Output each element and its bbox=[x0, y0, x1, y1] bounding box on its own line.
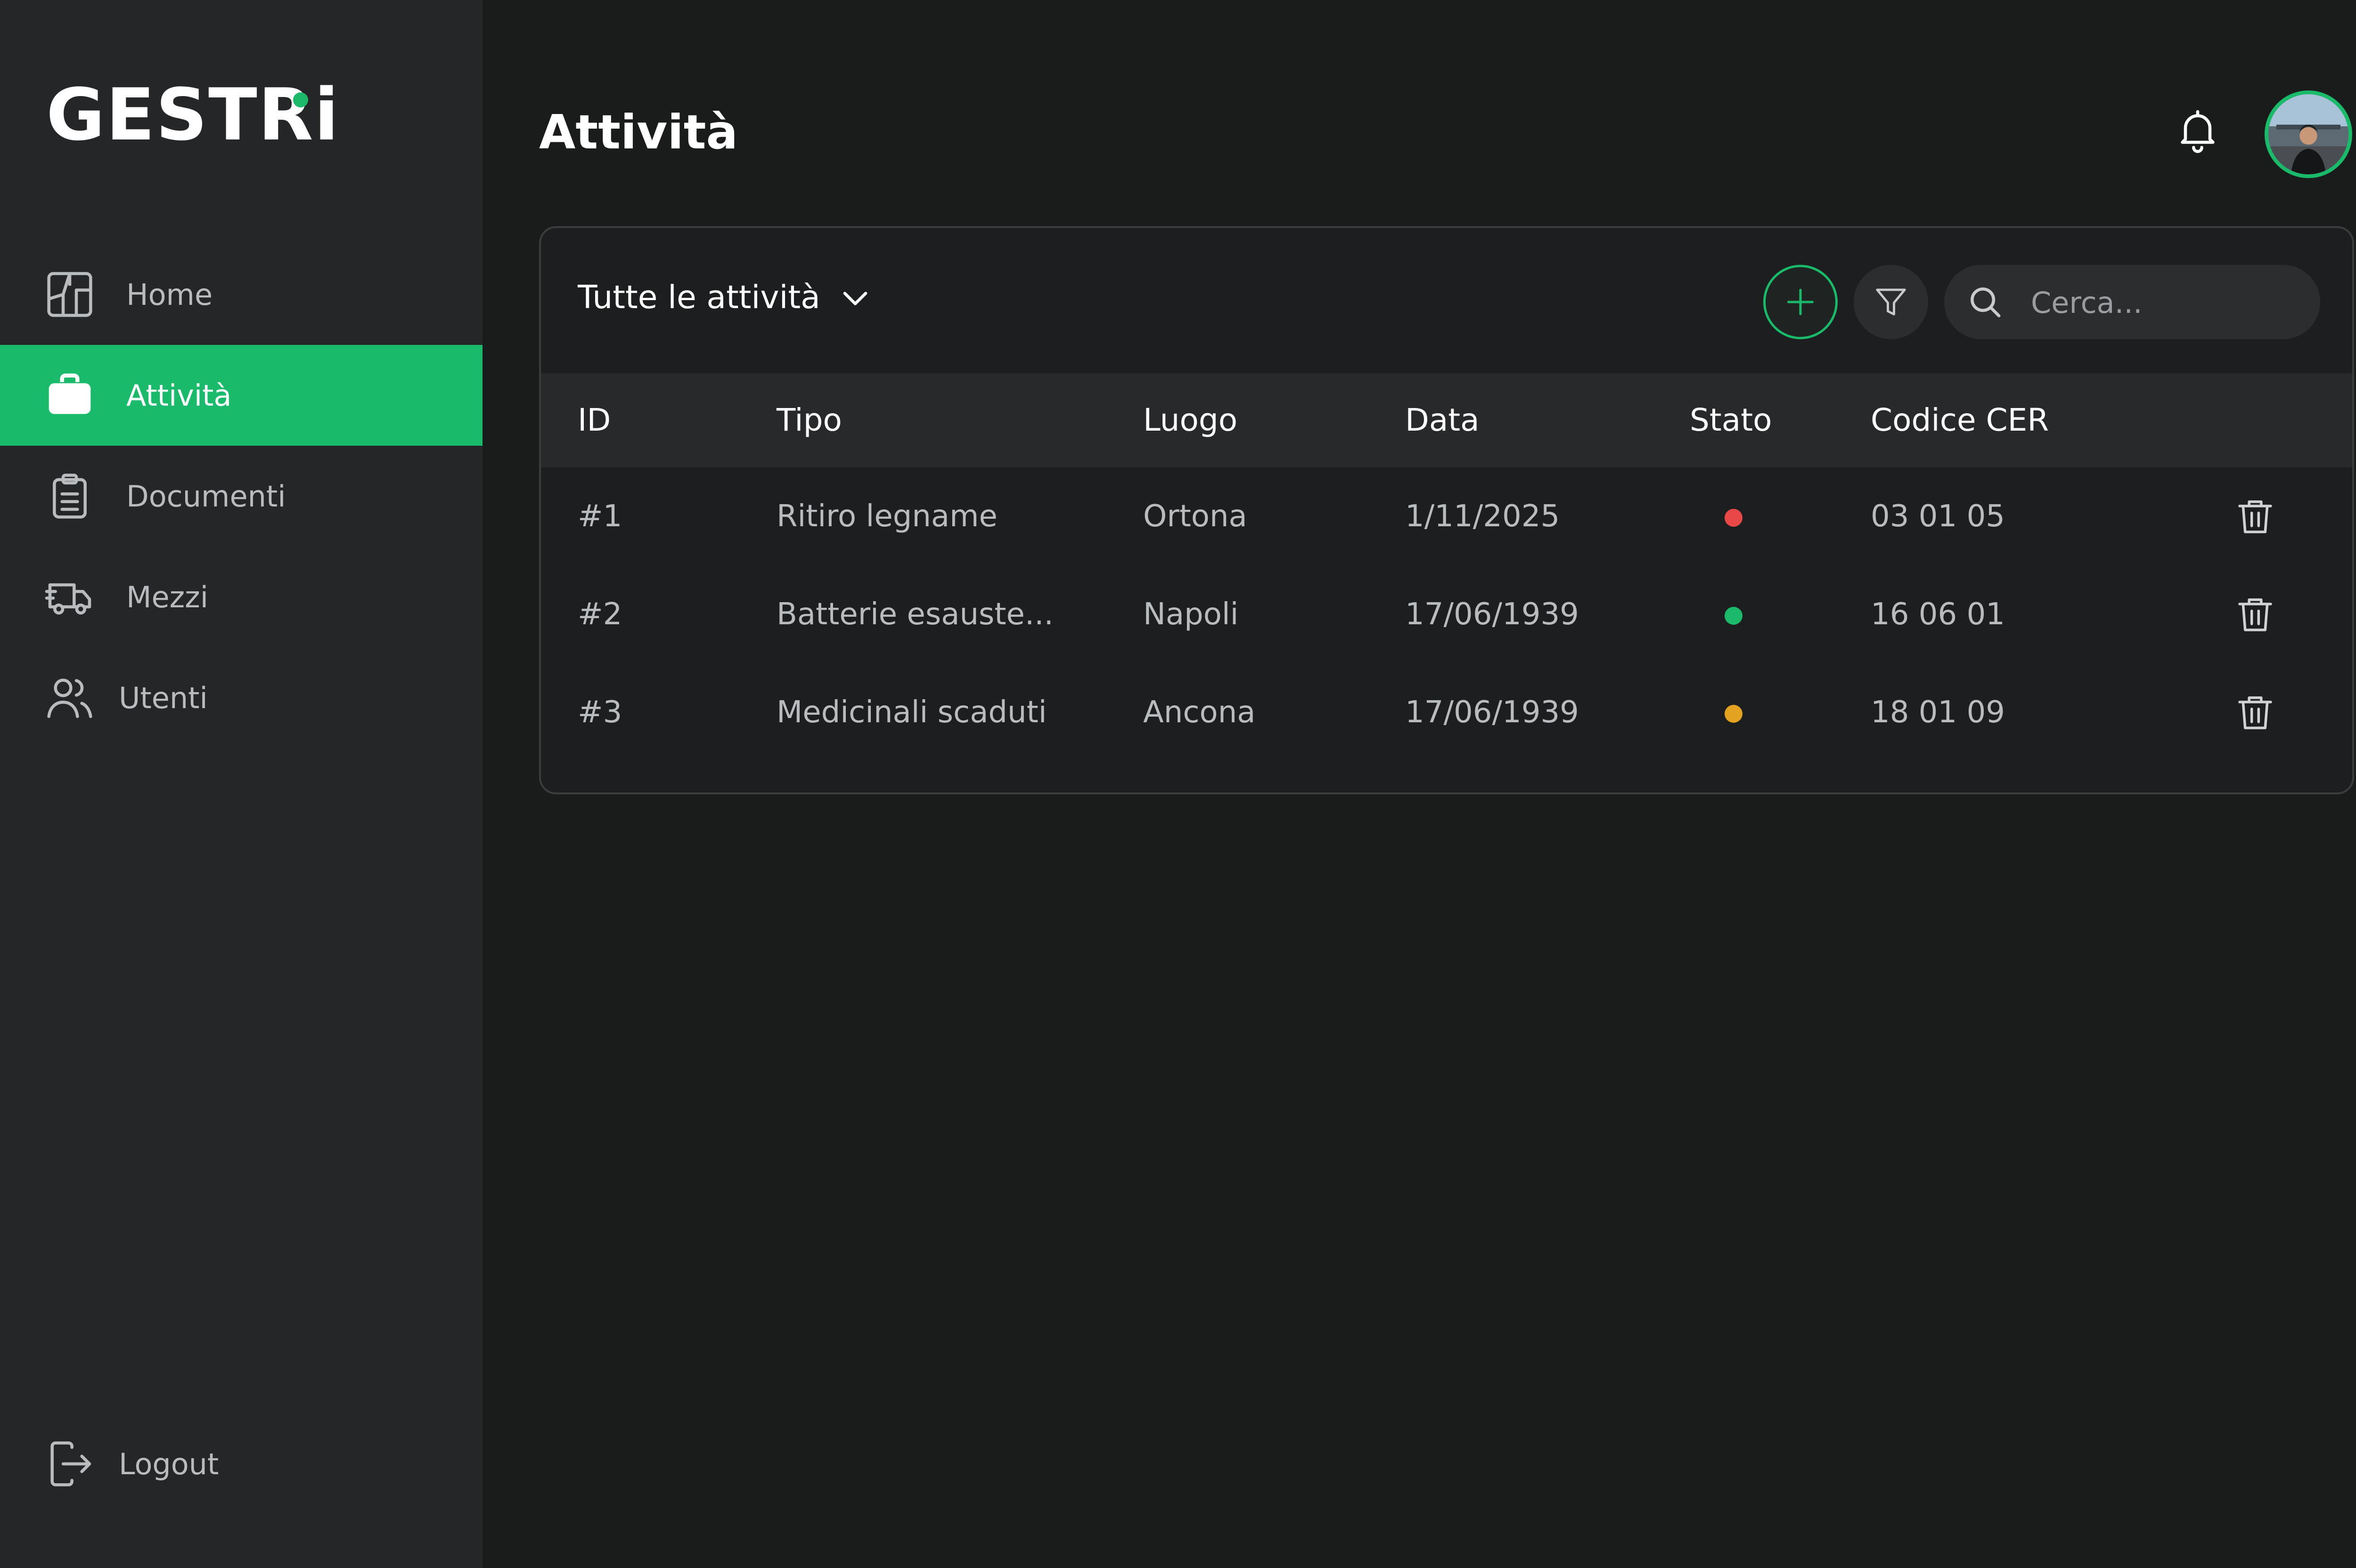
sidebar-item-label: Documenti bbox=[126, 479, 286, 514]
truck-icon bbox=[43, 571, 96, 623]
cell-codice-cer: 16 06 01 bbox=[1871, 597, 2005, 632]
cell-tipo: Batterie esauste... bbox=[777, 597, 1054, 632]
search-box[interactable] bbox=[1944, 265, 2320, 340]
cell-tipo: Ritiro legname bbox=[777, 499, 998, 534]
add-activity-button[interactable] bbox=[1763, 265, 1838, 339]
cell-luogo: Ortona bbox=[1143, 499, 1247, 534]
users-icon bbox=[43, 671, 96, 724]
column-header-stato[interactable]: Stato bbox=[1690, 373, 1772, 467]
cell-id: #3 bbox=[578, 695, 622, 730]
sidebar-item-label: Home bbox=[126, 277, 213, 312]
status-dot-green bbox=[1725, 607, 1742, 625]
sidebar-item-label: Attività bbox=[126, 378, 232, 413]
column-header-tipo[interactable]: Tipo bbox=[777, 373, 842, 467]
bell-icon[interactable] bbox=[2173, 106, 2222, 155]
cell-data: 1/11/2025 bbox=[1405, 499, 1560, 534]
cell-data: 17/06/1939 bbox=[1405, 597, 1579, 632]
sidebar-item-documenti[interactable]: Documenti bbox=[0, 446, 483, 547]
page-title: Attività bbox=[539, 105, 738, 160]
activities-filter-dropdown[interactable]: Tutte le attività bbox=[578, 279, 873, 316]
plus-icon bbox=[1787, 288, 1814, 316]
sidebar-item-label: Mezzi bbox=[126, 580, 208, 614]
chevron-down-icon bbox=[843, 291, 867, 305]
logout-label: Logout bbox=[119, 1446, 219, 1481]
table-header: ID Tipo Luogo Data Stato Codice CER bbox=[541, 373, 2352, 467]
table-row[interactable]: #2 Batterie esauste... Napoli 17/06/1939… bbox=[541, 565, 2352, 663]
sidebar-item-mezzi[interactable]: Mezzi bbox=[0, 547, 483, 647]
logo-dot bbox=[293, 92, 308, 107]
funnel-icon bbox=[1876, 288, 1906, 316]
trash-icon[interactable] bbox=[2234, 594, 2276, 635]
status-dot-red bbox=[1725, 509, 1742, 527]
cell-data: 17/06/1939 bbox=[1405, 695, 1579, 730]
trash-icon[interactable] bbox=[2234, 692, 2276, 733]
search-input[interactable] bbox=[2030, 265, 2296, 340]
clipboard-icon bbox=[43, 470, 96, 523]
activities-card: Tutte le attività ID Tipo Luogo Data Sta… bbox=[539, 226, 2354, 794]
filter-dropdown-label: Tutte le attività bbox=[578, 279, 820, 316]
cell-codice-cer: 03 01 05 bbox=[1871, 499, 2005, 534]
sidebar-item-utenti[interactable]: Utenti bbox=[0, 647, 483, 748]
cell-id: #2 bbox=[578, 597, 622, 632]
cell-luogo: Napoli bbox=[1143, 597, 1239, 632]
cell-tipo: Medicinali scaduti bbox=[777, 695, 1047, 730]
sidebar-item-attivita[interactable]: Attività bbox=[0, 345, 483, 446]
cell-luogo: Ancona bbox=[1143, 695, 1256, 730]
column-header-data[interactable]: Data bbox=[1405, 373, 1480, 467]
home-layout-icon bbox=[43, 268, 96, 321]
column-header-id[interactable]: ID bbox=[578, 373, 611, 467]
column-header-luogo[interactable]: Luogo bbox=[1143, 373, 1237, 467]
filter-button[interactable] bbox=[1854, 265, 1928, 339]
logout-icon bbox=[43, 1437, 96, 1490]
table-row[interactable]: #1 Ritiro legname Ortona 1/11/2025 03 01… bbox=[541, 467, 2352, 565]
status-dot-orange bbox=[1725, 705, 1742, 723]
column-header-codice-cer[interactable]: Codice CER bbox=[1871, 373, 2049, 467]
cell-codice-cer: 18 01 09 bbox=[1871, 695, 2005, 730]
sidebar-item-label: Utenti bbox=[119, 680, 208, 715]
cell-id: #1 bbox=[578, 499, 622, 534]
trash-icon[interactable] bbox=[2234, 496, 2276, 537]
search-icon bbox=[1971, 287, 2001, 318]
avatar[interactable] bbox=[2265, 90, 2352, 178]
app-logo: GESTRi bbox=[46, 73, 340, 156]
table-row[interactable]: #3 Medicinali scaduti Ancona 17/06/1939 … bbox=[541, 663, 2352, 761]
sidebar-item-home[interactable]: Home bbox=[0, 244, 483, 345]
sidebar: GESTRi Home Attività Documenti Mezzi Ute… bbox=[0, 0, 483, 1568]
briefcase-icon bbox=[43, 369, 96, 422]
logout-button[interactable]: Logout bbox=[0, 1413, 483, 1514]
